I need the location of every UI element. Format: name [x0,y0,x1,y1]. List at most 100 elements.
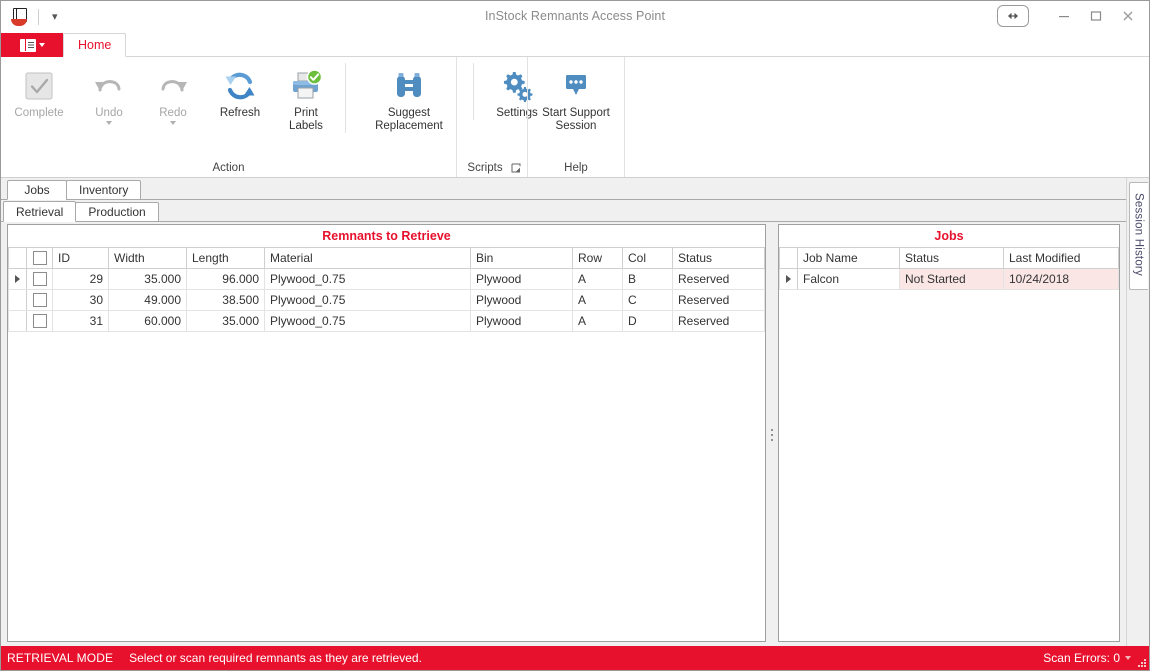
cell-id: 31 [53,311,109,332]
sidebar-item-session-history[interactable]: Session History [1129,182,1148,290]
cell-width: 49.000 [109,290,187,311]
row-checkbox[interactable] [33,314,47,328]
start-support-session-button[interactable]: Start Support Session [524,63,628,133]
jobs-panel-title: Jobs [779,225,1119,247]
table-row[interactable]: 31 60.000 35.000 Plywood_0.75 Plywood A … [9,311,765,332]
ribbon-group-action: Complete Undo [1,57,457,177]
close-icon [1122,10,1134,22]
refresh-button[interactable]: Refresh [205,63,275,120]
file-menu-button[interactable] [1,33,63,57]
ribbon-group-help-label: Help [528,159,624,177]
print-labels-button[interactable]: Print Labels [275,63,337,133]
window-title: InStock Remnants Access Point [1,9,1149,23]
column-header-bin[interactable]: Bin [471,248,573,269]
table-row[interactable]: Falcon Not Started 10/24/2018 [780,269,1119,290]
tab-production[interactable]: Production [75,202,158,222]
cell-col: D [623,311,673,332]
cell-length: 35.000 [187,311,265,332]
chevron-down-icon[interactable] [1125,656,1131,660]
status-bar: RETRIEVAL MODE Select or scan required r… [1,646,1149,670]
jobs-grid-scroll[interactable]: Job Name Status Last Modified Falcon Not… [779,247,1119,641]
select-all-checkbox[interactable] [33,251,47,265]
cell-width: 60.000 [109,311,187,332]
checkmark-icon [22,65,56,107]
file-menu-icon [20,39,36,52]
chat-bubble-icon [558,65,594,107]
column-header-status[interactable]: Status [900,248,1004,269]
redo-button[interactable]: Redo [141,63,205,125]
resize-arrows-button[interactable] [997,5,1029,27]
primary-tab-row: Jobs Inventory [1,178,1126,200]
cell-row: A [573,269,623,290]
cell-bin: Plywood [471,269,573,290]
cell-material: Plywood_0.75 [265,269,471,290]
complete-label: Complete [14,107,63,120]
cell-status: Reserved [673,290,765,311]
column-header-job-name[interactable]: Job Name [798,248,900,269]
tab-retrieval[interactable]: Retrieval [3,201,76,222]
table-row[interactable]: 29 35.000 96.000 Plywood_0.75 Plywood A … [9,269,765,290]
row-checkbox[interactable] [33,293,47,307]
scan-errors-label: Scan Errors: 0 [1043,651,1120,665]
column-header-width[interactable]: Width [109,248,187,269]
ribbon: Complete Undo [1,57,1149,178]
column-header-last-modified[interactable]: Last Modified [1004,248,1119,269]
column-header-status[interactable]: Status [673,248,765,269]
jobs-row-indicator-header [780,248,798,269]
column-header-id[interactable]: ID [53,248,109,269]
undo-button[interactable]: Undo [77,63,141,125]
cell-col: B [623,269,673,290]
cell-length: 38.500 [187,290,265,311]
tab-inventory[interactable]: Inventory [66,180,141,200]
row-indicator [9,269,27,290]
session-history-tab-strip: Session History [1126,178,1149,646]
cell-status: Not Started [900,269,1004,290]
table-row[interactable]: 30 49.000 38.500 Plywood_0.75 Plywood A … [9,290,765,311]
cell-status: Reserved [673,269,765,290]
select-all-header[interactable] [27,248,53,269]
row-checkbox-cell[interactable] [27,290,53,311]
chevron-down-icon[interactable] [170,121,176,125]
application-window: ▾ InStock Remnants Access Point [0,0,1150,671]
cell-last-modified: 10/24/2018 [1004,269,1119,290]
minimize-button[interactable] [1049,4,1079,28]
column-header-material[interactable]: Material [265,248,471,269]
redo-label: Redo [159,107,187,120]
chevron-down-icon[interactable] [106,121,112,125]
column-header-col[interactable]: Col [623,248,673,269]
row-caret-icon [15,275,20,283]
jobs-grid: Job Name Status Last Modified Falcon Not… [779,247,1119,290]
printer-check-icon [289,65,323,107]
ribbon-tab-home[interactable]: Home [63,33,126,57]
vertical-splitter[interactable] [766,224,778,646]
tab-retrieval-label: Retrieval [16,205,63,219]
suggest-replacement-button[interactable]: Suggest Replacement [345,63,465,133]
complete-button[interactable]: Complete [1,63,77,120]
splitter-handle-icon [771,429,773,441]
resize-arrows-icon [1003,11,1023,21]
undo-label: Undo [95,107,123,120]
remnants-grid-scroll[interactable]: ID Width Length Material Bin Row Col Sta… [8,247,765,641]
row-indicator [780,269,798,290]
cell-job-name: Falcon [798,269,900,290]
print-labels-text: Print Labels [289,107,323,133]
row-checkbox-cell[interactable] [27,311,53,332]
maximize-button[interactable] [1081,4,1111,28]
cell-material: Plywood_0.75 [265,290,471,311]
undo-arrow-icon [91,65,127,107]
scripts-dialog-launcher-button[interactable] [511,163,523,175]
column-header-row[interactable]: Row [573,248,623,269]
column-header-length[interactable]: Length [187,248,265,269]
row-checkbox-cell[interactable] [27,269,53,290]
row-indicator-header [9,248,27,269]
close-button[interactable] [1113,4,1143,28]
panels-container: Remnants to Retrieve [1,222,1126,646]
row-indicator [9,311,27,332]
cell-length: 96.000 [187,269,265,290]
scan-errors-indicator[interactable]: Scan Errors: 0 [1043,651,1131,665]
resize-grip-icon[interactable] [1136,657,1146,667]
row-checkbox[interactable] [33,272,47,286]
tab-jobs[interactable]: Jobs [7,180,67,200]
jobs-panel: Jobs Job Name Status Last Modified [778,224,1120,642]
refresh-circular-arrows-icon [223,65,257,107]
